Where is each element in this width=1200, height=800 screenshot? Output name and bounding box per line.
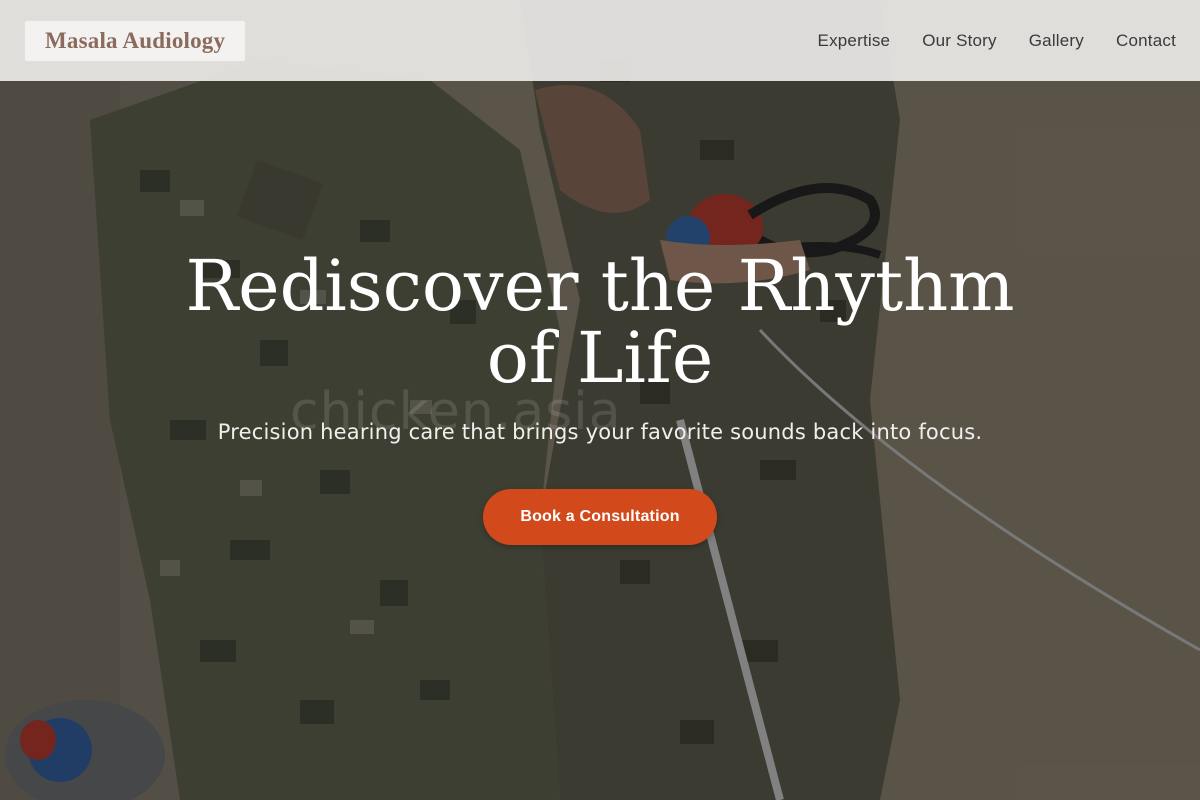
- hero-content: Rediscover the Rhythm of Life Precision …: [0, 250, 1200, 545]
- brand-logo[interactable]: Masala Audiology: [24, 19, 247, 62]
- nav-link-expertise[interactable]: Expertise: [818, 31, 891, 51]
- nav-link-gallery[interactable]: Gallery: [1029, 31, 1084, 51]
- nav-link-contact[interactable]: Contact: [1116, 31, 1176, 51]
- hero-subheadline: Precision hearing care that brings your …: [217, 420, 983, 444]
- hero-headline: Rediscover the Rhythm of Life: [185, 245, 1015, 399]
- nav-link-our-story[interactable]: Our Story: [922, 31, 997, 51]
- brand-name: Masala Audiology: [45, 27, 226, 53]
- site-header: Masala Audiology Expertise Our Story Gal…: [0, 0, 1200, 81]
- book-consultation-button[interactable]: Book a Consultation: [483, 489, 717, 545]
- main-nav: Expertise Our Story Gallery Contact: [786, 31, 1176, 51]
